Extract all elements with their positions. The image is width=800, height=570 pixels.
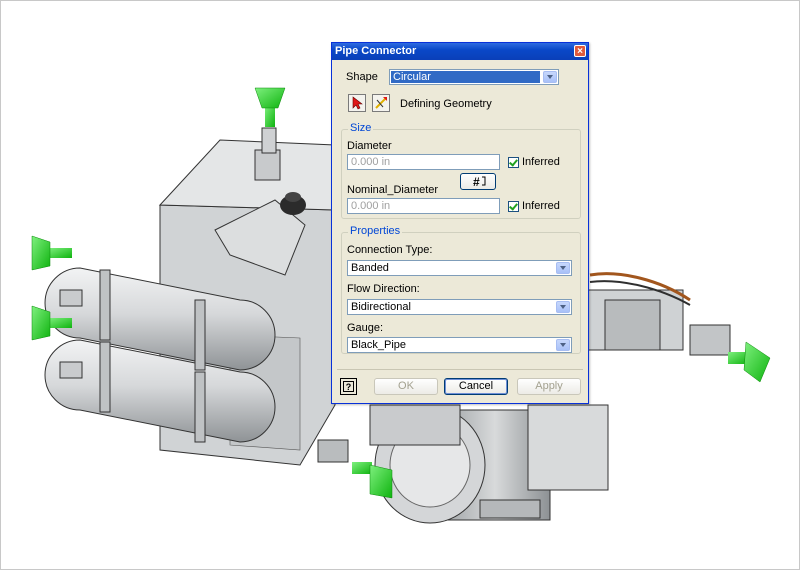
size-group: Size Diameter 0.000 in Inferred Nominal_…: [341, 122, 581, 219]
dialog-titlebar[interactable]: Pipe Connector ×: [332, 43, 588, 60]
dialog-title: Pipe Connector: [335, 45, 417, 57]
diameter-inferred-label: Inferred: [522, 156, 560, 168]
nominal-diameter-input[interactable]: 0.000 in: [347, 198, 500, 214]
nominal-inferred-label: Inferred: [522, 200, 560, 212]
properties-group: Properties Connection Type: Banded Flow …: [341, 225, 581, 354]
cancel-button[interactable]: Cancel: [444, 378, 508, 395]
shape-select[interactable]: Circular: [389, 69, 559, 85]
button-separator: [337, 369, 583, 370]
chevron-down-icon[interactable]: [556, 262, 570, 274]
connector-arrow-right[interactable]: [728, 341, 771, 383]
chevron-down-icon[interactable]: [556, 339, 570, 351]
diameter-input[interactable]: 0.000 in: [347, 154, 500, 170]
chevron-down-icon[interactable]: [543, 71, 557, 83]
shape-label: Shape: [346, 71, 378, 83]
diameter-label: Diameter: [347, 140, 392, 152]
table-lookup-icon: #: [473, 175, 486, 189]
help-icon: ?: [343, 381, 354, 392]
nominal-diameter-label: Nominal_Diameter: [347, 184, 439, 196]
connector-arrow-left-upper[interactable]: [31, 235, 72, 271]
properties-group-title: Properties: [348, 225, 403, 237]
axis-icon: [375, 97, 387, 109]
select-geometry-button[interactable]: [348, 94, 366, 112]
apply-button[interactable]: Apply: [517, 378, 581, 395]
connection-type-select[interactable]: Banded: [347, 260, 572, 276]
gauge-label: Gauge:: [347, 322, 384, 334]
defining-geometry-label: Defining Geometry: [400, 98, 492, 110]
gauge-select[interactable]: Black_Pipe: [347, 337, 572, 353]
lookup-table-button[interactable]: #: [460, 173, 496, 190]
help-button[interactable]: ?: [340, 378, 357, 395]
pipe-connector-dialog: Pipe Connector × Shape Circular Defining…: [331, 42, 589, 404]
cursor-icon: [352, 96, 363, 110]
connector-arrow-top[interactable]: [254, 87, 286, 127]
flow-direction-select[interactable]: Bidirectional: [347, 299, 572, 315]
chevron-down-icon[interactable]: [556, 301, 570, 313]
ok-button[interactable]: OK: [374, 378, 438, 395]
size-group-title: Size: [348, 122, 374, 134]
flow-direction-label: Flow Direction:: [347, 283, 420, 295]
close-icon[interactable]: ×: [574, 45, 586, 57]
nominal-inferred-checkbox[interactable]: [508, 201, 519, 212]
axis-geometry-button[interactable]: [372, 94, 390, 112]
connection-type-label: Connection Type:: [347, 244, 433, 256]
diameter-inferred-checkbox[interactable]: [508, 157, 519, 168]
svg-text:#: #: [473, 175, 480, 189]
